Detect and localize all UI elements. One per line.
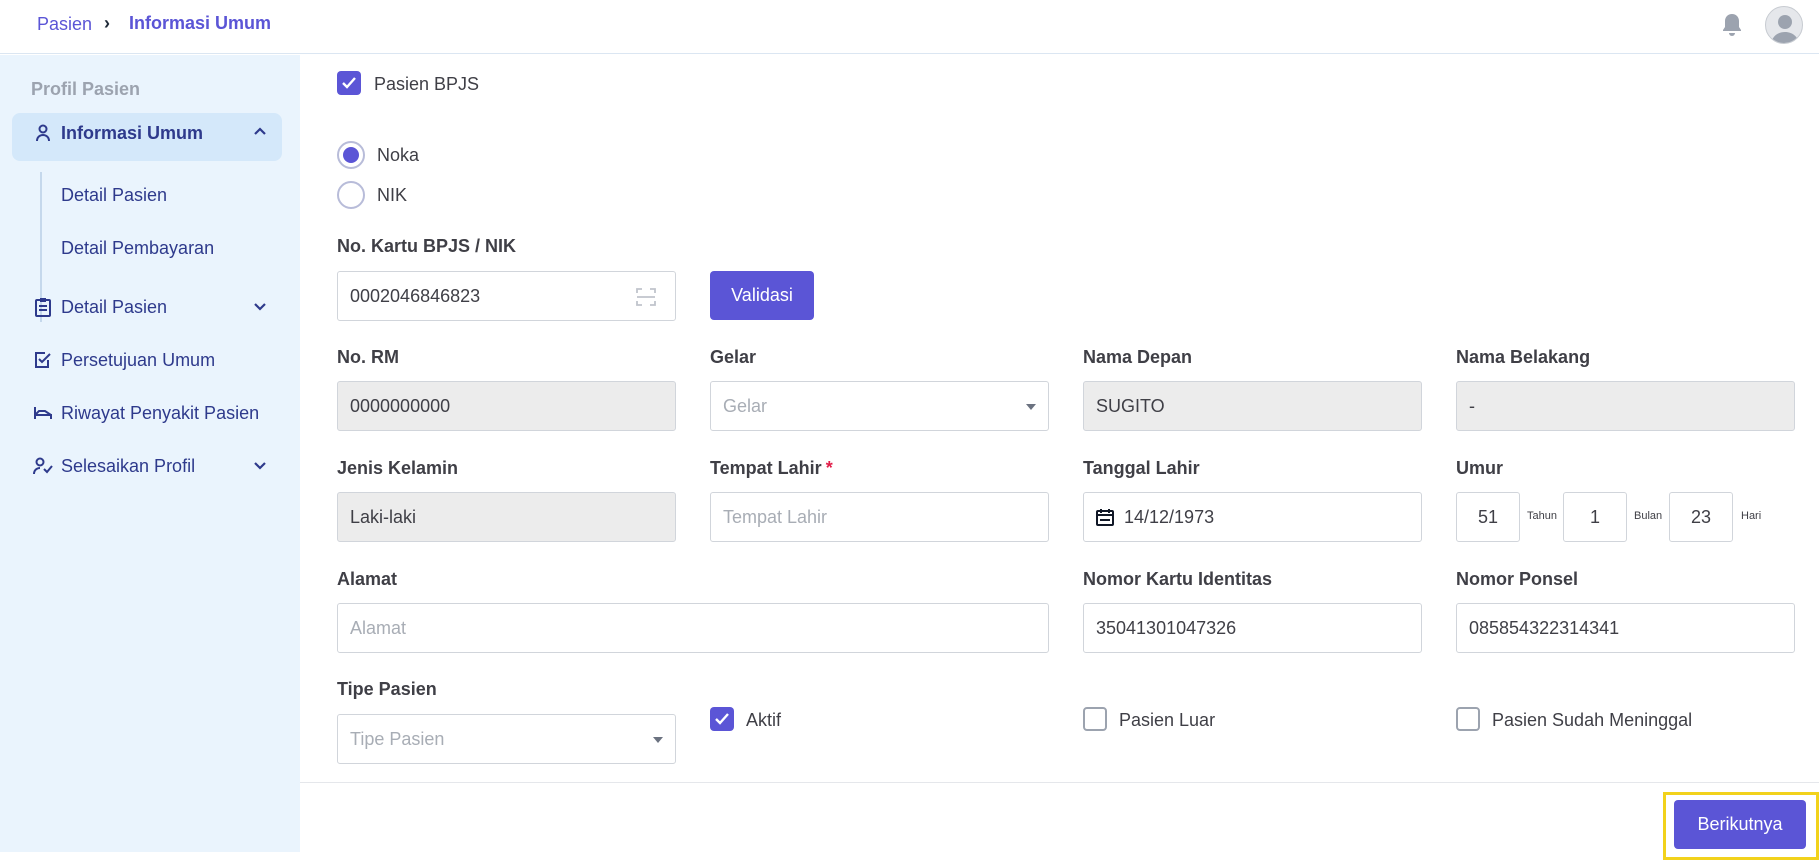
nomor-ponsel-value: 085854322314341 [1469,617,1620,638]
sidebar-subitem-detail-pembayaran[interactable]: Detail Pembayaran [61,238,214,259]
sidebar-item-informasi-umum-row[interactable]: Informasi Umum [33,118,266,148]
umur-tahun-unit: Tahun [1527,510,1557,522]
user-avatar[interactable] [1765,6,1803,44]
sidebar-item-label: Detail Pasien [61,296,168,317]
pasien-bpjs-label: Pasien BPJS [374,74,480,94]
nama-depan-label: Nama Depan [1083,347,1193,367]
notification-bell-icon[interactable] [1720,12,1744,38]
sidebar-item-label: Selesaikan Profil [61,455,196,476]
tempat-lahir-placeholder: Tempat Lahir [723,506,828,527]
check-square-icon [33,350,53,370]
jenis-kelamin-value: Laki-laki [350,506,417,527]
tipe-pasien-label: Tipe Pasien [337,679,437,699]
pasien-luar-checkbox[interactable] [1083,707,1107,731]
radio-noka[interactable] [337,141,365,169]
gelar-placeholder: Gelar [723,395,768,416]
person-icon [33,123,53,143]
nama-belakang-input[interactable]: - [1456,381,1795,431]
pasien-luar-label: Pasien Luar [1119,710,1216,730]
nomor-ponsel-label: Nomor Ponsel [1456,569,1579,589]
umur-label: Umur [1456,458,1504,478]
nomor-kartu-identitas-value: 35041301047326 [1096,617,1237,638]
tempat-lahir-input[interactable]: Tempat Lahir [710,492,1049,542]
breadcrumb-parent-link[interactable]: Pasien [37,14,92,35]
umur-bulan-value: 1 [1589,506,1600,527]
tanggal-lahir-value: 14/12/1973 [1124,506,1215,527]
tipe-pasien-placeholder: Tipe Pasien [350,728,445,749]
user-check-icon [33,456,53,476]
dropdown-caret-icon [1026,404,1036,410]
radio-nik[interactable] [337,181,365,209]
chevron-up-icon[interactable] [250,122,270,142]
alamat-label: Alamat [337,569,398,589]
scan-icon[interactable] [636,288,656,311]
tanggal-lahir-input[interactable]: 14/12/1973 [1083,492,1422,542]
footer-divider [300,782,1819,783]
tempat-lahir-label-text: Tempat Lahir [710,458,822,478]
tempat-lahir-label: Tempat Lahir * [710,458,833,479]
sidebar-title: Profil Pasien [31,79,141,99]
no-rm-value: 0000000000 [350,395,451,416]
jenis-kelamin-label: Jenis Kelamin [337,458,459,478]
no-rm-input[interactable]: 0000000000 [337,381,676,431]
top-bar: Pasien › Informasi Umum [0,0,1819,54]
umur-hari-unit: Hari [1741,510,1762,522]
sidebar-subitem-detail-pasien[interactable]: Detail Pasien [61,185,167,206]
berikutnya-button[interactable]: Berikutnya [1674,800,1806,849]
nama-depan-input[interactable]: SUGITO [1083,381,1422,431]
umur-tahun-input[interactable]: 51 [1456,492,1520,542]
card-number-value: 0002046846823 [350,285,481,306]
alamat-placeholder: Alamat [350,617,407,638]
radio-nik-label: NIK [377,185,408,205]
pasien-meninggal-checkbox[interactable] [1456,707,1480,731]
nama-belakang-label: Nama Belakang [1456,347,1591,367]
umur-bulan-input[interactable]: 1 [1563,492,1627,542]
nomor-ponsel-input[interactable]: 085854322314341 [1456,603,1795,653]
sidebar-item-label: Riwayat Penyakit Pasien [61,402,260,423]
card-number-input[interactable]: 0002046846823 [337,271,676,321]
nomor-kartu-identitas-label: Nomor Kartu Identitas [1083,569,1273,589]
gelar-select[interactable]: Gelar [710,381,1049,431]
required-mark: * [825,458,833,478]
sidebar-item-riwayat-penyakit[interactable]: Riwayat Penyakit Pasien [33,398,259,428]
clipboard-icon [33,297,53,317]
gelar-label: Gelar [710,347,757,367]
sidebar-item-selesaikan-profil[interactable]: Selesaikan Profil [33,451,266,481]
nama-depan-value: SUGITO [1096,395,1165,416]
chevron-down-icon[interactable] [250,296,270,316]
sidebar: Profil Pasien Informasi Umum Detail Pasi… [0,55,300,852]
aktif-label: Aktif [746,710,782,730]
umur-tahun-value: 51 [1477,506,1499,527]
aktif-checkbox[interactable] [710,707,734,731]
breadcrumb-current: Informasi Umum [129,13,272,33]
dropdown-caret-icon [653,737,663,743]
sidebar-item-detail-pasien[interactable]: Detail Pasien [33,292,266,322]
sidebar-item-label: Persetujuan Umum [61,349,216,370]
chevron-down-icon[interactable] [250,455,270,475]
bed-icon [33,403,53,423]
calendar-icon[interactable] [1096,508,1114,526]
umur-bulan-unit: Bulan [1634,510,1663,522]
pasien-meninggal-label: Pasien Sudah Meninggal [1492,710,1693,730]
pasien-bpjs-checkbox[interactable] [337,71,361,95]
sidebar-item-label: Informasi Umum [61,122,204,143]
breadcrumb-separator: › [104,13,110,33]
sidebar-item-persetujuan-umum[interactable]: Persetujuan Umum [33,345,215,375]
nomor-kartu-identitas-input[interactable]: 35041301047326 [1083,603,1422,653]
card-number-label: No. Kartu BPJS / NIK [337,236,517,256]
jenis-kelamin-input[interactable]: Laki-laki [337,492,676,542]
nama-belakang-value: - [1469,395,1475,416]
umur-hari-input[interactable]: 23 [1669,492,1733,542]
validasi-button[interactable]: Validasi [710,271,814,320]
tipe-pasien-select[interactable]: Tipe Pasien [337,714,676,764]
umur-hari-value: 23 [1690,506,1712,527]
tanggal-lahir-label: Tanggal Lahir [1083,458,1200,478]
alamat-input[interactable]: Alamat [337,603,1049,653]
no-rm-label: No. RM [337,347,399,367]
radio-noka-label: Noka [377,145,420,165]
